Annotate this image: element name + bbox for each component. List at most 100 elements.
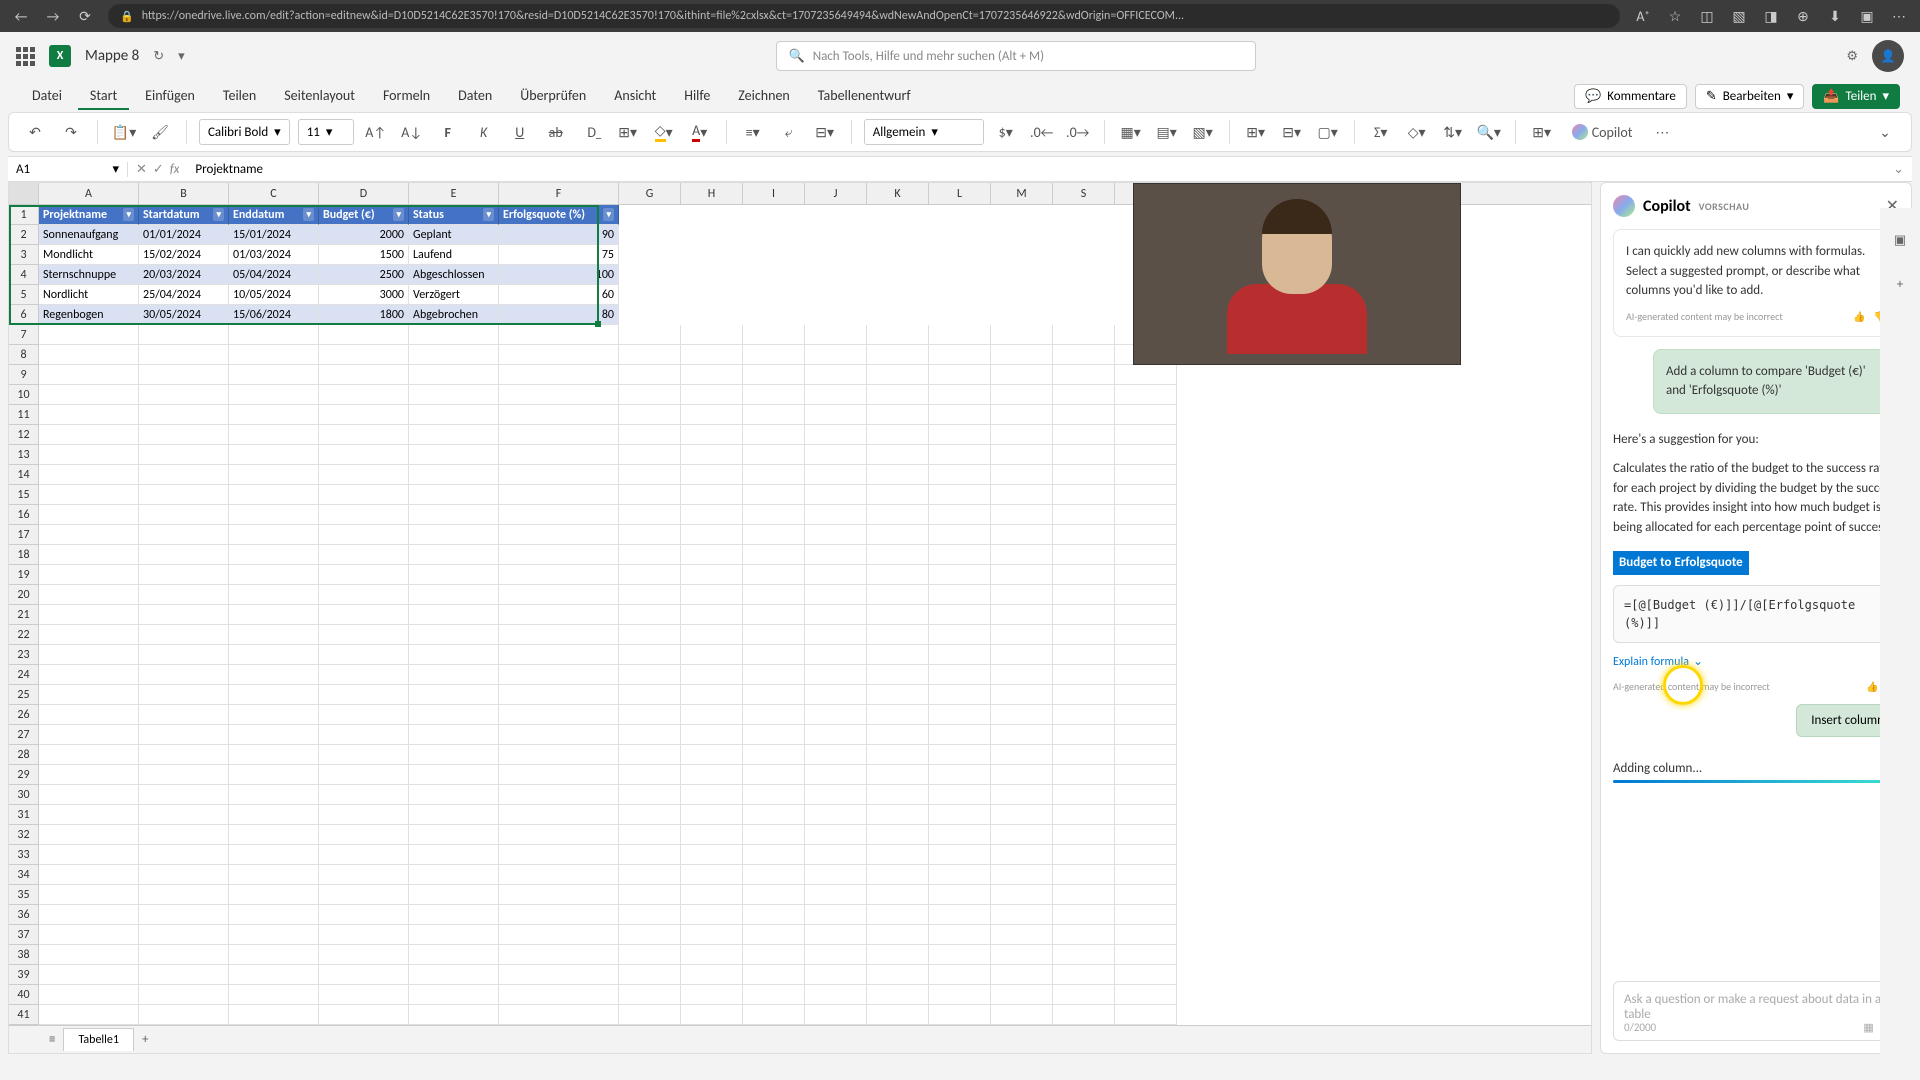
settings-icon[interactable]: ⚙ <box>1846 49 1858 64</box>
empty-cell[interactable] <box>681 445 743 465</box>
find-button[interactable]: 🔍▾ <box>1475 118 1503 146</box>
tabs-icon[interactable]: ▣ <box>1858 7 1876 25</box>
empty-cell[interactable] <box>499 845 619 865</box>
empty-cell[interactable] <box>319 505 409 525</box>
user-avatar[interactable]: 👤 <box>1872 40 1904 72</box>
table-cell[interactable]: 80 <box>499 305 619 325</box>
table-cell[interactable]: 1500 <box>319 245 409 265</box>
table-format-button[interactable]: ▤▾ <box>1153 118 1181 146</box>
empty-cell[interactable] <box>39 385 139 405</box>
empty-cell[interactable] <box>929 765 991 785</box>
empty-cell[interactable] <box>499 505 619 525</box>
refresh-icon[interactable]: ⟳ <box>76 7 94 25</box>
empty-cell[interactable] <box>1053 445 1115 465</box>
empty-cell[interactable] <box>1115 905 1177 925</box>
app-launcher-icon[interactable] <box>16 47 35 66</box>
empty-cell[interactable] <box>499 725 619 745</box>
empty-cell[interactable] <box>805 665 867 685</box>
empty-cell[interactable] <box>991 545 1053 565</box>
empty-cell[interactable] <box>805 705 867 725</box>
row-header[interactable]: 19 <box>9 565 39 585</box>
empty-cell[interactable] <box>619 725 681 745</box>
empty-cell[interactable] <box>805 925 867 945</box>
empty-cell[interactable] <box>805 505 867 525</box>
like-icon[interactable]: 👍 <box>1866 679 1878 694</box>
empty-cell[interactable] <box>681 485 743 505</box>
filter-icon[interactable]: ▾ <box>483 208 494 221</box>
empty-cell[interactable] <box>319 645 409 665</box>
empty-cell[interactable] <box>743 325 805 345</box>
bold-button[interactable]: F <box>434 118 462 146</box>
empty-cell[interactable] <box>1053 705 1115 725</box>
empty-cell[interactable] <box>39 605 139 625</box>
empty-cell[interactable] <box>409 865 499 885</box>
empty-cell[interactable] <box>1115 725 1177 745</box>
empty-cell[interactable] <box>1053 665 1115 685</box>
empty-cell[interactable] <box>619 665 681 685</box>
empty-cell[interactable] <box>499 425 619 445</box>
column-header[interactable]: F <box>499 183 619 204</box>
empty-cell[interactable] <box>229 745 319 765</box>
empty-cell[interactable] <box>929 465 991 485</box>
empty-cell[interactable] <box>929 725 991 745</box>
empty-cell[interactable] <box>991 325 1053 345</box>
empty-cell[interactable] <box>681 585 743 605</box>
empty-cell[interactable] <box>499 965 619 985</box>
empty-cell[interactable] <box>1053 985 1115 1005</box>
empty-cell[interactable] <box>499 485 619 505</box>
empty-cell[interactable] <box>139 1005 229 1025</box>
empty-cell[interactable] <box>743 705 805 725</box>
empty-cell[interactable] <box>319 965 409 985</box>
empty-cell[interactable] <box>1115 465 1177 485</box>
empty-cell[interactable] <box>681 885 743 905</box>
cell-styles-button[interactable]: ▧▾ <box>1189 118 1217 146</box>
empty-cell[interactable] <box>681 465 743 485</box>
empty-cell[interactable] <box>229 525 319 545</box>
empty-cell[interactable] <box>499 545 619 565</box>
empty-cell[interactable] <box>319 785 409 805</box>
empty-cell[interactable] <box>39 505 139 525</box>
row-header[interactable]: 6 <box>9 305 39 325</box>
empty-cell[interactable] <box>229 865 319 885</box>
table-cell[interactable]: 90 <box>499 225 619 245</box>
empty-cell[interactable] <box>39 525 139 545</box>
table-header-cell[interactable]: Budget (€)▾ <box>319 205 409 225</box>
empty-cell[interactable] <box>409 885 499 905</box>
empty-cell[interactable] <box>409 465 499 485</box>
empty-cell[interactable] <box>929 585 991 605</box>
empty-cell[interactable] <box>499 465 619 485</box>
empty-cell[interactable] <box>39 405 139 425</box>
empty-cell[interactable] <box>743 545 805 565</box>
empty-cell[interactable] <box>1115 365 1177 385</box>
empty-cell[interactable] <box>805 345 867 365</box>
empty-cell[interactable] <box>867 905 929 925</box>
row-header[interactable]: 40 <box>9 985 39 1005</box>
empty-cell[interactable] <box>681 545 743 565</box>
empty-cell[interactable] <box>499 705 619 725</box>
empty-cell[interactable] <box>743 745 805 765</box>
empty-cell[interactable] <box>681 805 743 825</box>
empty-cell[interactable] <box>229 705 319 725</box>
empty-cell[interactable] <box>619 905 681 925</box>
empty-cell[interactable] <box>39 825 139 845</box>
empty-cell[interactable] <box>409 585 499 605</box>
empty-cell[interactable] <box>805 525 867 545</box>
empty-cell[interactable] <box>39 705 139 725</box>
empty-cell[interactable] <box>139 525 229 545</box>
empty-cell[interactable] <box>39 625 139 645</box>
empty-cell[interactable] <box>681 1005 743 1025</box>
number-format-select[interactable]: Allgemein ▾ <box>864 119 984 145</box>
empty-cell[interactable] <box>991 825 1053 845</box>
empty-cell[interactable] <box>1053 825 1115 845</box>
font-color-button[interactable]: A▾ <box>686 118 714 146</box>
empty-cell[interactable] <box>805 865 867 885</box>
empty-cell[interactable] <box>229 605 319 625</box>
fx-icon[interactable]: fx <box>170 162 180 177</box>
empty-cell[interactable] <box>39 885 139 905</box>
row-header[interactable]: 15 <box>9 485 39 505</box>
empty-cell[interactable] <box>39 685 139 705</box>
empty-cell[interactable] <box>1115 865 1177 885</box>
empty-cell[interactable] <box>743 865 805 885</box>
empty-cell[interactable] <box>743 585 805 605</box>
empty-cell[interactable] <box>681 725 743 745</box>
